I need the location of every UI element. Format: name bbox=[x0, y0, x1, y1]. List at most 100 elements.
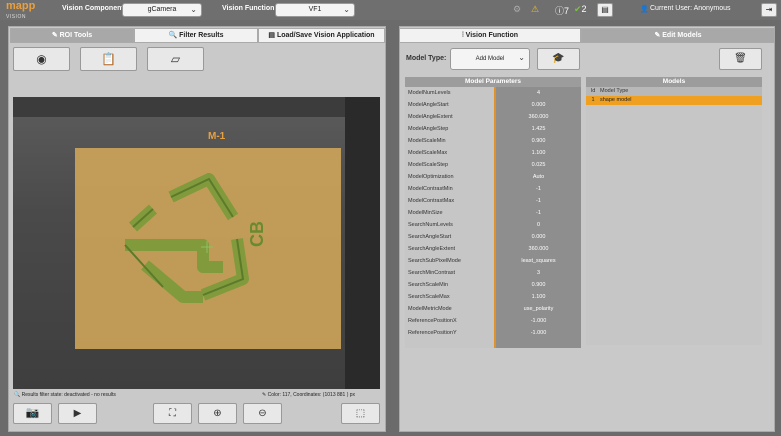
param-value[interactable]: 360.000 bbox=[496, 111, 581, 123]
param-name: ModelAngleStep bbox=[405, 123, 494, 135]
param-row[interactable]: ReferencePositionY -1.000 bbox=[405, 327, 581, 339]
warning-icon[interactable]: ⚠ bbox=[531, 4, 539, 15]
param-value[interactable]: -1 bbox=[496, 183, 581, 195]
zoom-in-icon: ⊕ bbox=[213, 408, 222, 419]
param-name: ReferencePositionX bbox=[405, 315, 494, 327]
results-filter-state: 🔍 Results filter state: deactivated - no… bbox=[14, 392, 116, 398]
logout-icon[interactable]: ⇥ bbox=[761, 3, 777, 17]
param-value[interactable]: -1 bbox=[496, 195, 581, 207]
document-icon[interactable]: ▤ bbox=[597, 3, 613, 17]
param-row[interactable]: ModelAngleExtent 360.000 bbox=[405, 111, 581, 123]
document-icon: ▤ bbox=[268, 32, 277, 39]
param-value[interactable]: -1.000 bbox=[496, 315, 581, 327]
param-row[interactable]: ModelContrastMax -1 bbox=[405, 195, 581, 207]
param-row[interactable]: ModelScaleMin 0.900 bbox=[405, 135, 581, 147]
vision-function-dropdown[interactable]: VF1 ⌄ bbox=[275, 3, 355, 17]
param-row[interactable]: ModelOptimization Auto bbox=[405, 171, 581, 183]
param-row[interactable]: ModelMinSize -1 bbox=[405, 207, 581, 219]
selection-button[interactable]: ⬚ bbox=[341, 403, 380, 424]
snapshot-button[interactable]: 📷 bbox=[13, 403, 52, 424]
param-value[interactable]: 0.000 bbox=[496, 231, 581, 243]
param-row[interactable]: ModelContrastMin -1 bbox=[405, 183, 581, 195]
col-model-type: Model Type bbox=[600, 88, 629, 94]
param-value[interactable]: 0.000 bbox=[496, 99, 581, 111]
param-row[interactable]: SearchMinContrast 3 bbox=[405, 267, 581, 279]
param-value[interactable]: 0.900 bbox=[496, 135, 581, 147]
param-row[interactable]: SearchAngleStart 0.000 bbox=[405, 231, 581, 243]
vision-component-value: gCamera bbox=[147, 6, 177, 13]
param-row[interactable]: ReferencePositionX -1.000 bbox=[405, 315, 581, 327]
param-name: ModelScaleMin bbox=[405, 135, 494, 147]
vision-component-label: Vision Component: bbox=[62, 5, 127, 12]
selection-icon: ⬚ bbox=[355, 408, 366, 419]
delete-model-button[interactable]: 🗑 bbox=[719, 48, 762, 70]
param-row[interactable]: SearchSubPixelMode least_squares bbox=[405, 255, 581, 267]
param-value[interactable]: 0 bbox=[496, 219, 581, 231]
param-value[interactable]: least_squares bbox=[496, 255, 581, 267]
teach-model-button[interactable]: 🎓 bbox=[537, 48, 580, 70]
chevron-down-icon: ⌄ bbox=[343, 5, 350, 14]
param-name: ModelMinSize bbox=[405, 207, 494, 219]
param-row[interactable]: SearchNumLevels 0 bbox=[405, 219, 581, 231]
param-value[interactable]: 4 bbox=[496, 87, 581, 99]
fit-view-button[interactable]: ⛶ bbox=[153, 403, 192, 424]
zoom-out-button[interactable]: ⊖ bbox=[243, 403, 282, 424]
param-value[interactable]: -1 bbox=[496, 207, 581, 219]
tab-filter-results[interactable]: 🔍 Filter Results bbox=[134, 28, 258, 43]
info-icon[interactable]: ⓘ7 bbox=[555, 4, 569, 17]
param-row[interactable]: ModelScaleMax 1.100 bbox=[405, 147, 581, 159]
param-value[interactable]: Auto bbox=[496, 171, 581, 183]
tab-label: Filter Results bbox=[179, 32, 224, 39]
param-value[interactable]: 1.100 bbox=[496, 291, 581, 303]
param-value[interactable]: use_polarity bbox=[496, 303, 581, 315]
camera-view[interactable]: M-1 CB bbox=[13, 97, 380, 389]
param-row[interactable]: SearchScaleMax 1.100 bbox=[405, 291, 581, 303]
param-value[interactable]: 0.025 bbox=[496, 159, 581, 171]
param-value[interactable]: 1.100 bbox=[496, 147, 581, 159]
tab-edit-models[interactable]: ✎ Edit Models bbox=[581, 28, 775, 43]
param-row[interactable]: SearchScaleMin 0.900 bbox=[405, 279, 581, 291]
param-name: ReferencePositionY bbox=[405, 327, 494, 339]
param-value[interactable]: 360.000 bbox=[496, 243, 581, 255]
model-type: shape model bbox=[600, 97, 632, 103]
tab-load-save[interactable]: ▤ Load/Save Vision Application bbox=[258, 28, 385, 43]
gear-icon[interactable]: ⚙ bbox=[513, 4, 521, 15]
tab-label: Edit Models bbox=[662, 32, 702, 39]
param-name: ModelScaleMax bbox=[405, 147, 494, 159]
param-name: SearchSubPixelMode bbox=[405, 255, 494, 267]
model-type-dropdown[interactable]: Add Model ⌄ bbox=[450, 48, 530, 70]
param-value[interactable]: 1.425 bbox=[496, 123, 581, 135]
roi-clipboard-button[interactable]: 📋 bbox=[80, 47, 137, 71]
param-row[interactable]: ModelAngleStep 1.425 bbox=[405, 123, 581, 135]
param-row[interactable]: ModelNumLevels 4 bbox=[405, 87, 581, 99]
check-icon[interactable]: ✔2 bbox=[574, 4, 587, 15]
chevron-down-icon: ⌄ bbox=[518, 53, 525, 62]
color-coordinates-readout: ✎ Color: 117, Coordinates: (1013 881 ) p… bbox=[262, 392, 355, 398]
param-value[interactable]: 0.900 bbox=[496, 279, 581, 291]
play-button[interactable]: ▶ bbox=[58, 403, 97, 424]
vision-component-dropdown[interactable]: gCamera ⌄ bbox=[122, 3, 202, 17]
clipboard-icon: 📋 bbox=[101, 52, 116, 66]
param-value[interactable]: 3 bbox=[496, 267, 581, 279]
param-row[interactable]: ModelMetricMode use_polarity bbox=[405, 303, 581, 315]
vision-function-label: Vision Function: bbox=[222, 5, 277, 12]
models-list: Models Id Model Type 1 shape model bbox=[586, 77, 762, 345]
param-name: SearchMinContrast bbox=[405, 267, 494, 279]
roi-layers-button[interactable]: ▱ bbox=[147, 47, 204, 71]
ok-count: 2 bbox=[581, 4, 587, 14]
search-icon: 🔍 bbox=[168, 32, 180, 39]
model-row[interactable]: 1 shape model bbox=[586, 96, 762, 105]
graduation-cap-icon: 🎓 bbox=[552, 53, 565, 64]
param-value[interactable]: -1.000 bbox=[496, 327, 581, 339]
model-parameters-table: Model Parameters ModelNumLevels 4 ModelAng… bbox=[405, 77, 581, 348]
roi-circle-button[interactable]: ◉ bbox=[13, 47, 70, 71]
tab-roi-tools[interactable]: ✎ ROI Tools bbox=[10, 28, 134, 43]
zoom-in-button[interactable]: ⊕ bbox=[198, 403, 237, 424]
tab-label: ROI Tools bbox=[59, 32, 93, 39]
param-row[interactable]: ModelScaleStep 0.025 bbox=[405, 159, 581, 171]
param-row[interactable]: SearchAngleExtent 360.000 bbox=[405, 243, 581, 255]
model-type-value: Add Model bbox=[475, 56, 505, 62]
tab-vision-function[interactable]: ⫶ Vision Function bbox=[399, 28, 581, 43]
param-row[interactable]: ModelAngleStart 0.000 bbox=[405, 99, 581, 111]
user-icon: 👤 bbox=[640, 6, 649, 13]
